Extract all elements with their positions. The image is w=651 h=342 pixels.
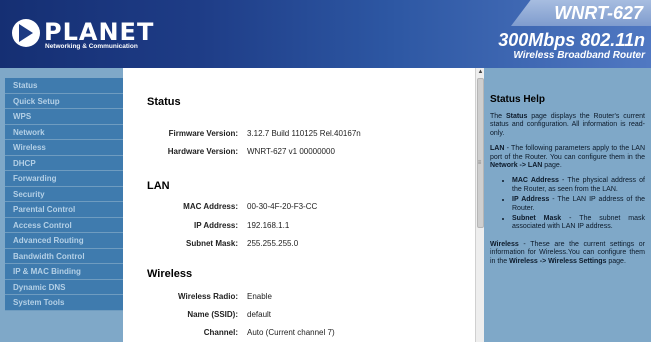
sidebar: Status Quick Setup WPS Network Wireless …	[0, 68, 123, 342]
status-title: Status	[147, 96, 181, 108]
help-content: Status Help The Status page displays the…	[490, 80, 645, 273]
help-lan: LAN - The following parameters apply to …	[490, 145, 645, 170]
help-emph: Status	[505, 113, 528, 120]
logo-text: PLANET	[44, 18, 155, 46]
scroll-thumb[interactable]	[477, 78, 484, 228]
help-lan-list: MAC Address - The physical address of th…	[490, 177, 645, 231]
list-item: IP Address - The LAN IP address of the R…	[512, 196, 645, 213]
firmware-value: 3.12.7 Build 110125 Rel.40167n	[247, 129, 361, 138]
sidebar-item-wps[interactable]: WPS	[5, 109, 123, 125]
sidebar-item-quick-setup[interactable]: Quick Setup	[5, 93, 123, 109]
main-content: Status Firmware Version: 3.12.7 Build 11…	[123, 68, 475, 342]
logo-subtitle: Networking & Communication	[45, 43, 138, 50]
sidebar-item-advanced-routing[interactable]: Advanced Routing	[5, 233, 123, 249]
help-emph: IP Address	[512, 196, 550, 204]
mac-value: 00-30-4F-20-F3-CC	[247, 202, 318, 211]
planet-logo: PLANET Networking & Communication	[12, 18, 162, 51]
mac-label: MAC Address:	[183, 202, 238, 211]
help-intro: The Status page displays the Router's cu…	[490, 113, 645, 138]
radio-value: Enable	[247, 292, 272, 301]
sidebar-item-security[interactable]: Security	[5, 186, 123, 202]
help-emph: MAC Address	[512, 177, 559, 185]
grip-icon: ≡	[477, 160, 482, 166]
channel-value: Auto (Current channel 7)	[247, 328, 335, 337]
sidebar-item-parental-control[interactable]: Parental Control	[5, 202, 123, 218]
help-emph: Subnet Mask	[512, 215, 562, 223]
list-item: Subnet Mask - The subnet mask associated…	[512, 215, 645, 232]
sidebar-item-network[interactable]: Network	[5, 124, 123, 140]
sidebar-item-access-control[interactable]: Access Control	[5, 217, 123, 233]
help-panel: Status Help The Status page displays the…	[484, 68, 651, 342]
mask-label: Subnet Mask:	[185, 239, 238, 248]
sidebar-item-bandwidth-control[interactable]: Bandwidth Control	[5, 248, 123, 264]
product-subtitle: Wireless Broadband Router	[513, 50, 645, 61]
help-title: Status Help	[490, 94, 546, 105]
speed-title: 300Mbps 802.11n	[498, 30, 645, 50]
ssid-label: Name (SSID):	[187, 310, 238, 319]
help-emph: LAN	[490, 145, 505, 153]
help-text: - The following parameters apply to the …	[490, 145, 645, 161]
sidebar-item-status[interactable]: Status	[5, 78, 123, 94]
sidebar-item-forwarding[interactable]: Forwarding	[5, 171, 123, 187]
sidebar-item-ip-mac-binding[interactable]: IP & MAC Binding	[5, 264, 123, 280]
sidebar-item-dhcp[interactable]: DHCP	[5, 155, 123, 171]
firmware-label: Firmware Version:	[168, 129, 238, 138]
hardware-label: Hardware Version:	[167, 147, 238, 156]
lan-title: LAN	[147, 180, 170, 192]
help-emph: Wireless -> Wireless Settings	[509, 257, 607, 265]
sidebar-item-system-tools[interactable]: System Tools	[5, 295, 123, 311]
header-banner: PLANET Networking & Communication WNRT-6…	[0, 0, 651, 68]
wireless-title: Wireless	[147, 268, 193, 280]
radio-label: Wireless Radio:	[178, 292, 238, 301]
ip-value: 192.168.1.1	[247, 221, 290, 230]
help-wireless: Wireless - These are the current setting…	[490, 241, 645, 266]
help-text: The	[490, 113, 506, 120]
help-emph: Wireless	[490, 240, 519, 248]
help-text: page.	[542, 162, 562, 170]
ssid-value: default	[247, 310, 272, 319]
mask-value: 255.255.255.0	[247, 239, 299, 248]
channel-label: Channel:	[203, 328, 238, 337]
list-item: MAC Address - The physical address of th…	[512, 177, 645, 194]
sidebar-item-dynamic-dns[interactable]: Dynamic DNS	[5, 279, 123, 295]
sidebar-menu: Status Quick Setup WPS Network Wireless …	[5, 78, 123, 311]
model-name: WNRT-627	[554, 3, 643, 23]
ip-label: IP Address:	[193, 221, 238, 230]
hardware-value: WNRT-627 v1 00000000	[247, 147, 335, 156]
help-text: page.	[606, 257, 626, 265]
main-scrollbar[interactable]: ▲ ≡	[475, 68, 484, 342]
planet-logo-icon	[12, 19, 40, 47]
sidebar-item-wireless[interactable]: Wireless	[5, 140, 123, 156]
help-emph: Network -> LAN	[490, 162, 543, 170]
